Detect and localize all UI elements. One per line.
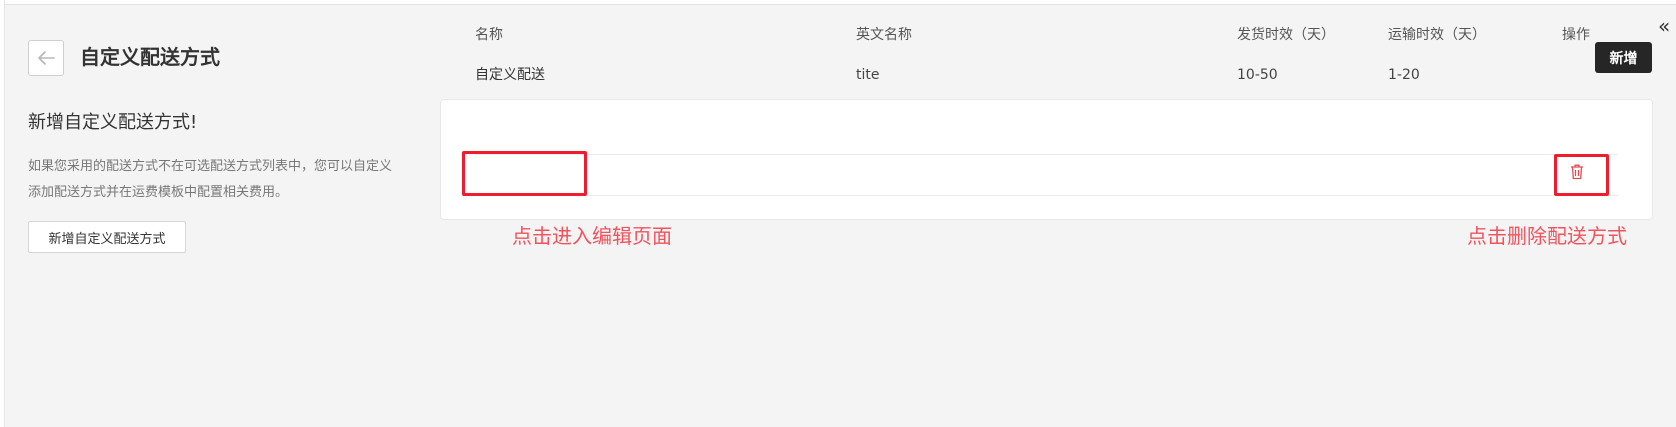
top-bar <box>0 0 1676 5</box>
info-heading: 新增自定义配送方式! <box>28 112 198 133</box>
page-title: 自定义配送方式 <box>80 45 220 69</box>
page: « 自定义配送方式 新增 新增自定义配送方式! 如果您采用的配送方式不在可选配送… <box>0 0 1676 427</box>
column-header-english-name: 英文名称 <box>856 27 912 43</box>
column-header-actions: 操作 <box>1562 27 1590 43</box>
annotation-delete: 点击删除配送方式 <box>1467 224 1627 248</box>
left-edge <box>0 0 5 427</box>
arrow-left-icon <box>38 51 55 65</box>
column-header-transit-time: 运输时效（天） <box>1388 27 1486 43</box>
back-button[interactable] <box>28 40 64 76</box>
row-name-link[interactable]: 自定义配送 <box>475 65 545 85</box>
row-transit-time: 1-20 <box>1388 67 1420 83</box>
row-ship-time: 10-50 <box>1237 67 1278 83</box>
annotation-edit: 点击进入编辑页面 <box>512 224 672 248</box>
collapse-panel-icon[interactable]: « <box>1658 16 1676 36</box>
highlight-name-cell <box>462 151 587 196</box>
add-button[interactable]: 新增 <box>1595 42 1652 73</box>
info-description: 如果您采用的配送方式不在可选配送方式列表中，您可以自定义添加配送方式并在运费模板… <box>28 159 393 200</box>
highlight-delete-action <box>1554 154 1609 196</box>
row-divider <box>475 195 1618 196</box>
row-english-name: tite <box>856 67 880 83</box>
add-custom-delivery-button[interactable]: 新增自定义配送方式 <box>28 221 186 253</box>
delivery-table-card <box>440 99 1653 220</box>
header-divider <box>475 154 1618 155</box>
column-header-name: 名称 <box>475 27 503 43</box>
column-header-ship-time: 发货时效（天） <box>1237 27 1335 43</box>
